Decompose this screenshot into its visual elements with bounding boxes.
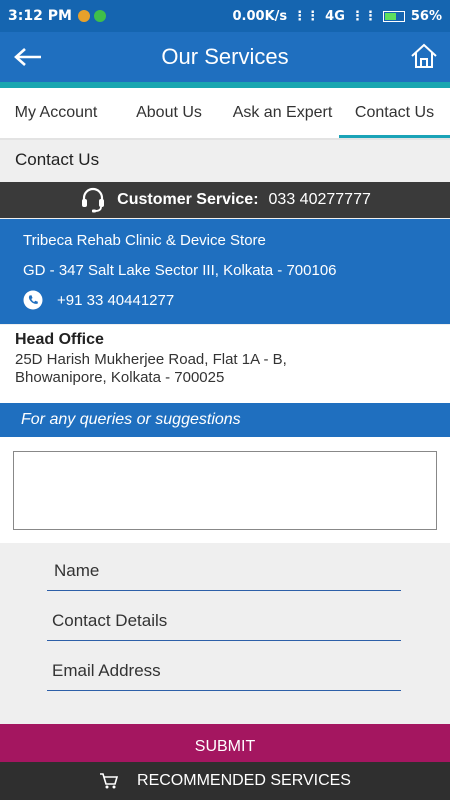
cart-icon xyxy=(100,773,119,789)
tab-ask-an-expert[interactable]: Ask an Expert xyxy=(226,88,339,138)
clinic-address: GD - 347 Salt Lake Sector III, Kolkata -… xyxy=(23,262,337,279)
contact-details-field[interactable]: Contact Details xyxy=(47,601,401,641)
home-icon xyxy=(411,43,437,68)
query-heading: For any queries or suggestions xyxy=(0,403,450,437)
clinic-phone: +91 33 40441277 xyxy=(57,291,175,309)
contact-form: Name Contact Details Email Address xyxy=(0,543,450,724)
head-office: Head Office 25D Harish Mukherjee Road, F… xyxy=(0,325,450,403)
home-button[interactable] xyxy=(410,42,438,70)
head-office-line1: 25D Harish Mukherjee Road, Flat 1A - B, xyxy=(15,351,287,368)
email-field[interactable]: Email Address xyxy=(47,651,401,691)
query-textarea[interactable] xyxy=(13,451,437,530)
whatsapp-icon xyxy=(93,10,106,22)
tab-about-us[interactable]: About Us xyxy=(112,88,226,138)
headset-icon xyxy=(82,187,105,213)
customer-service-label: Customer Service: xyxy=(117,191,259,208)
customer-service-number: 033 40277777 xyxy=(268,191,371,208)
tab-my-account[interactable]: My Account xyxy=(0,88,112,138)
net-speed: 0.00K/s xyxy=(232,8,288,24)
battery-percent: 56% xyxy=(410,8,442,24)
clinic-info: Tribeca Rehab Clinic & Device Store GD -… xyxy=(0,219,450,324)
tab-contact-us[interactable]: Contact Us xyxy=(339,88,450,138)
status-time: 3:12 PM xyxy=(8,8,72,24)
submit-button[interactable]: SUBMIT xyxy=(0,724,450,762)
clinic-phone-row[interactable]: +91 33 40441277 xyxy=(23,290,450,310)
arrow-left-icon xyxy=(14,48,41,66)
tab-bar: My Account About Us Ask an Expert Contac… xyxy=(0,88,450,138)
phone-icon xyxy=(23,290,43,310)
clinic-name: Tribeca Rehab Clinic & Device Store xyxy=(23,232,266,249)
page-title: Our Services xyxy=(161,44,289,69)
network-type: 4G xyxy=(325,8,345,24)
signal-icon: ⋮⋮ xyxy=(293,8,320,24)
battery-icon xyxy=(382,10,405,22)
back-button[interactable] xyxy=(10,40,46,74)
name-field[interactable]: Name xyxy=(47,551,401,591)
section-title: Contact Us xyxy=(15,150,100,169)
head-office-line2: Bhowanipore, Kolkata - 700025 xyxy=(15,369,225,386)
customer-service-bar[interactable]: Customer Service: 033 40277777 xyxy=(0,182,450,218)
recommended-services-label: RECOMMENDED SERVICES xyxy=(137,772,351,789)
head-office-heading: Head Office xyxy=(15,331,104,348)
app-bar: Our Services xyxy=(0,32,450,82)
notification-icon xyxy=(77,10,90,22)
signal-icon-2: ⋮⋮ xyxy=(350,8,377,24)
recommended-services-button[interactable]: RECOMMENDED SERVICES xyxy=(0,762,450,800)
status-bar: 3:12 PM 0.00K/s ⋮⋮ 4G ⋮⋮ 56% xyxy=(0,0,450,32)
